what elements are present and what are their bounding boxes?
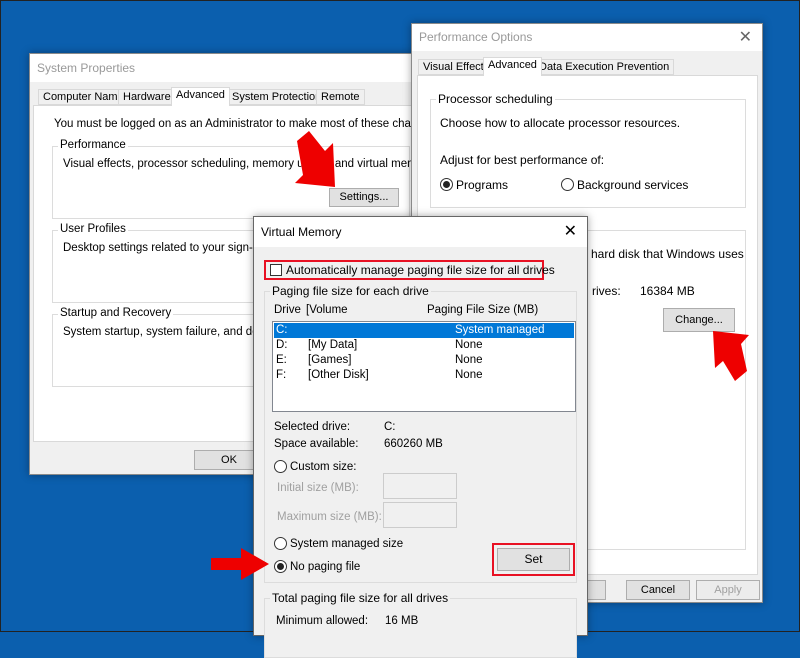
arrow-to-change-icon (713, 331, 749, 381)
arrow-to-settings-icon (295, 131, 335, 187)
arrow-to-no-paging-icon (211, 548, 269, 580)
tab-advanced[interactable]: Advanced (171, 87, 230, 106)
annotation-arrows (211, 131, 749, 580)
tab-advanced[interactable]: Advanced (483, 57, 542, 76)
